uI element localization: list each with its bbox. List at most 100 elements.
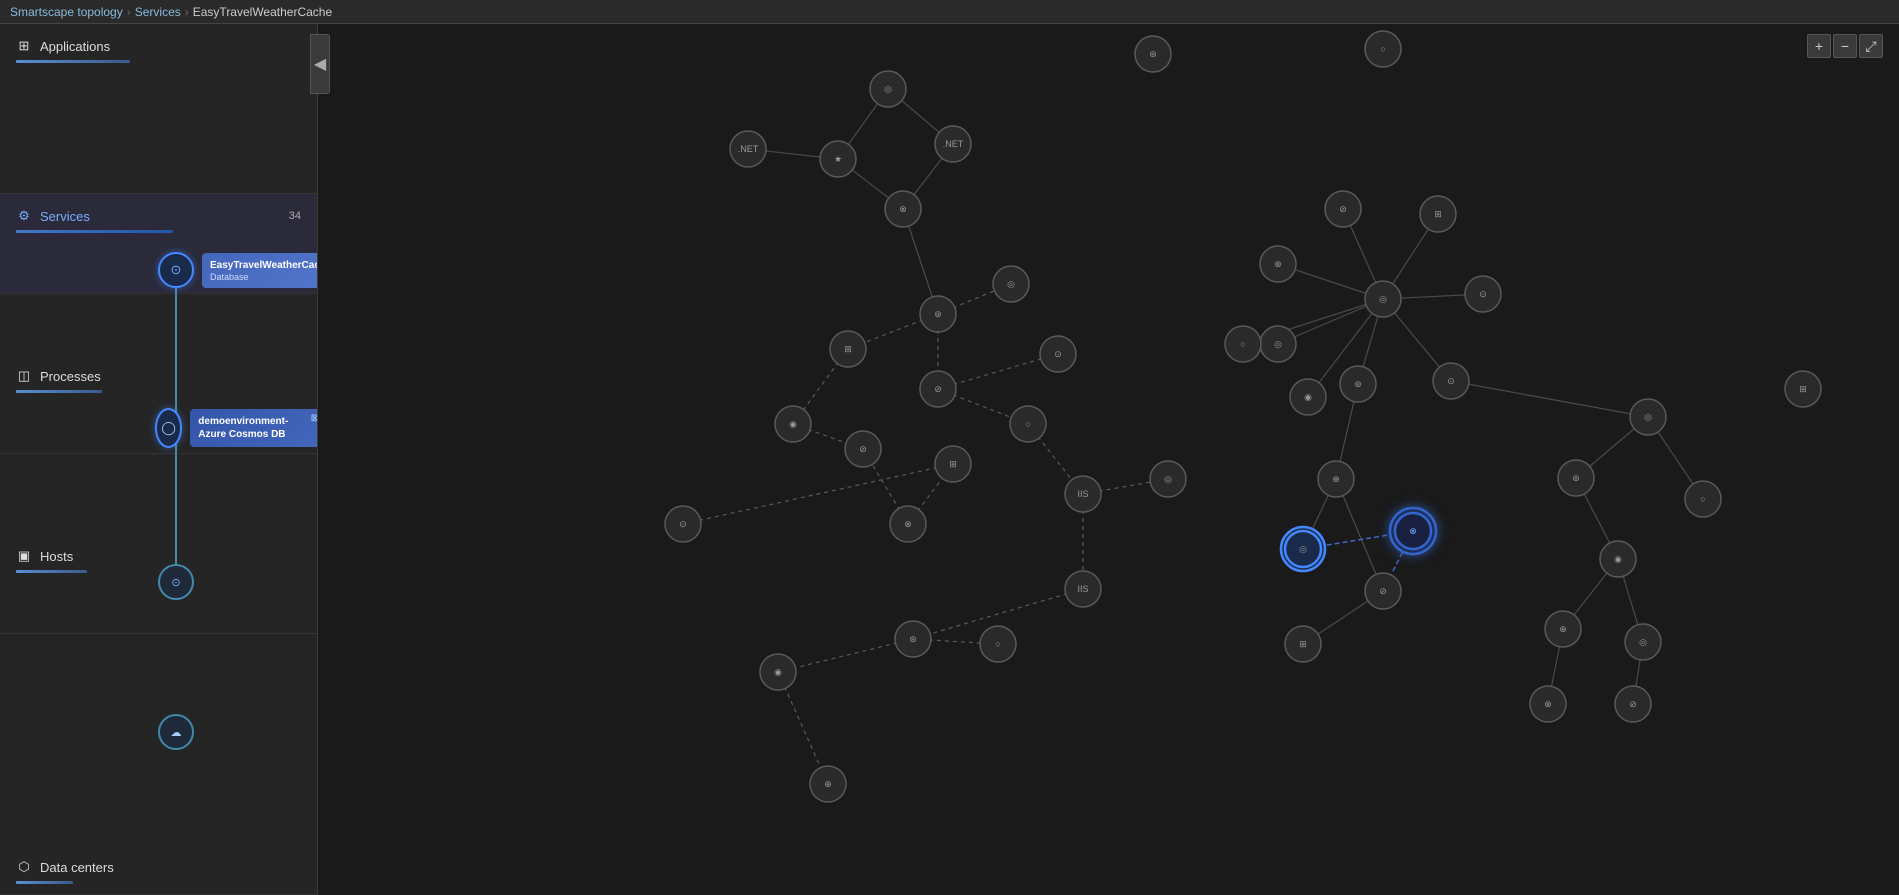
processes-label: Processes xyxy=(40,369,101,384)
topology-node-n20[interactable]: ⊙ xyxy=(665,506,701,542)
datacenters-icon: ⬡ xyxy=(16,859,32,875)
service-node-cloud[interactable]: ☁ xyxy=(158,714,194,750)
zoom-in-button[interactable]: + xyxy=(1807,34,1831,58)
topology-node-n5[interactable]: ★ xyxy=(820,141,856,177)
applications-icon: ⊞ xyxy=(16,38,32,54)
breadcrumb-home[interactable]: Smartscape topology xyxy=(10,5,123,19)
applications-bar xyxy=(16,60,130,63)
service-card-easytravel[interactable]: EasyTravelWeatherCache Database ⊠ xyxy=(202,253,318,288)
topology-node-n33[interactable]: ○ xyxy=(1225,326,1261,362)
topology-node-n8[interactable]: ⊘ xyxy=(920,371,956,407)
topology-node-n2[interactable]: ⊛ xyxy=(1135,36,1171,72)
services-label: Services xyxy=(40,209,90,224)
breadcrumb-smartscape[interactable]: Smartscape topology xyxy=(10,5,123,19)
topology-node-n9[interactable]: ⊞ xyxy=(830,331,866,367)
topology-node-n34[interactable]: ◉ xyxy=(1290,379,1326,415)
hosts-label: Hosts xyxy=(40,549,73,564)
topology-node-n28[interactable]: ⊘ xyxy=(1325,191,1361,227)
topology-node-n45[interactable]: ⊕ xyxy=(1545,611,1581,647)
topology-node-n4[interactable]: .NET xyxy=(730,131,766,167)
topology-node-n39[interactable]: ⊞ xyxy=(1285,626,1321,662)
topology-node-n48[interactable]: ⊘ xyxy=(1615,686,1651,722)
card1-title: EasyTravelWeatherCache xyxy=(210,259,318,272)
edge-n40-n41 xyxy=(1451,381,1648,417)
services-bar xyxy=(16,230,173,233)
topology-node-n11[interactable]: ◎ xyxy=(993,266,1029,302)
services-icon: ⚙ xyxy=(16,208,32,224)
breadcrumb-current-item: EasyTravelWeatherCache xyxy=(193,5,332,19)
topology-node-n38[interactable]: ⊘ xyxy=(1365,573,1401,609)
breadcrumb-sep-2: › xyxy=(185,5,189,19)
topology-node-n6[interactable]: .NET xyxy=(935,126,971,162)
topology-node-n1[interactable]: ◎ xyxy=(870,71,906,107)
collapse-icon: ◀ xyxy=(314,54,326,74)
topology-node-n19[interactable]: ⊞ xyxy=(935,446,971,482)
topology-node-n37[interactable]: ⊗ xyxy=(1390,508,1436,554)
topology-node-n41[interactable]: ◎ xyxy=(1630,399,1666,435)
topology-node-n14[interactable]: ◉ xyxy=(775,406,811,442)
processes-bar xyxy=(16,390,102,393)
topology-node-n18[interactable]: ⊘ xyxy=(845,431,881,467)
zoom-fit-button[interactable]: ⤢ xyxy=(1859,34,1883,58)
topology-node-n46[interactable]: ◎ xyxy=(1625,624,1661,660)
services-count: 34 xyxy=(289,210,301,222)
topology-node-n35[interactable]: ⊕ xyxy=(1318,461,1354,497)
topology-node-n31[interactable]: ◎ xyxy=(1260,326,1296,362)
topology-node-n30[interactable]: ⊙ xyxy=(1465,276,1501,312)
topology-node-n21[interactable]: IIS xyxy=(1065,571,1101,607)
topology-node-n32[interactable]: ⊛ xyxy=(1340,366,1376,402)
card1-subtitle: Database xyxy=(210,272,318,282)
topology-node-n29[interactable]: ⊞ xyxy=(1420,196,1456,232)
topology-node-n43[interactable]: ○ xyxy=(1685,481,1721,517)
topology-node-n7[interactable]: ⊗ xyxy=(885,191,921,227)
card2-external-link[interactable]: ⊠ xyxy=(311,413,318,424)
topology-node-n49[interactable]: ⊞ xyxy=(1785,371,1821,407)
topology-node-n3[interactable]: ○ xyxy=(1365,31,1401,67)
sidebar: ⊞ Applications ⚙ Services 34 ◫ Processes xyxy=(0,24,318,895)
zoom-out-button[interactable]: − xyxy=(1833,34,1857,58)
topology-node-n17[interactable]: ⊗ xyxy=(890,506,926,542)
topology-node-n22[interactable]: ⊛ xyxy=(895,621,931,657)
breadcrumb-services-item[interactable]: Services xyxy=(135,5,181,19)
service-node-easytravel[interactable]: ⊙ xyxy=(158,252,194,288)
topology-node-n26[interactable]: ◎ xyxy=(1365,281,1401,317)
edges-layer xyxy=(683,89,1703,784)
breadcrumb-bar: Smartscape topology › Services › EasyTra… xyxy=(0,0,1899,24)
topology-node-n24[interactable]: ◉ xyxy=(760,654,796,690)
topology-node-n23[interactable]: ○ xyxy=(980,626,1016,662)
topology-node-n44[interactable]: ◉ xyxy=(1600,541,1636,577)
hosts-icon: ▣ xyxy=(16,548,32,564)
topology-node-n13[interactable]: ○ xyxy=(1010,406,1046,442)
topology-svg: ◎ ⊛ ○ .NET ★ .NET ⊗ ⊘ ⊞ ⊙ ◎ ⊛ ○ ◉ IIS ◎ ⊗ ⊘ ⊞ ⊙ IIS ⊛ ○ ◉ ⊕ ◎ ⊗ ⊘ ⊞ ⊙… xyxy=(318,24,1899,895)
service-node-2-container: ◯ demoenvironment-Azure Cosmos DB ⊠ xyxy=(155,408,318,448)
breadcrumb-services-link[interactable]: Services xyxy=(135,5,181,19)
applications-label: Applications xyxy=(40,39,110,54)
topology-node-n40[interactable]: ⊙ xyxy=(1433,363,1469,399)
service-node-demoenvironment[interactable]: ◯ xyxy=(155,408,182,448)
topology-node-n10[interactable]: ⊙ xyxy=(1040,336,1076,372)
sidebar-section-applications[interactable]: ⊞ Applications xyxy=(0,24,317,194)
intermediate-node-icon: ⊙ xyxy=(171,576,180,589)
card2-title: demoenvironment-Azure Cosmos DB xyxy=(198,415,303,441)
service-node-intermediate[interactable]: ⊙ xyxy=(158,564,194,600)
sidebar-section-datacenters[interactable]: ⬡ Data centers xyxy=(0,845,317,895)
topology-node-n27[interactable]: ⊗ xyxy=(1260,246,1296,282)
topology-node-n36[interactable]: ◎ xyxy=(1281,527,1325,571)
topology-node-n16[interactable]: ◎ xyxy=(1150,461,1186,497)
zoom-controls: + − ⤢ xyxy=(1807,34,1883,58)
datacenters-label: Data centers xyxy=(40,860,114,875)
service-card-demoenvironment[interactable]: demoenvironment-Azure Cosmos DB ⊠ xyxy=(190,409,318,447)
topology-node-n42[interactable]: ⊛ xyxy=(1558,460,1594,496)
collapse-sidebar-button[interactable]: ◀ xyxy=(310,34,330,94)
processes-icon: ◫ xyxy=(16,368,32,384)
service-connector-line xyxy=(175,288,177,418)
datacenters-bar xyxy=(16,881,73,884)
topology-node-n47[interactable]: ⊗ xyxy=(1530,686,1566,722)
breadcrumb-sep-1: › xyxy=(127,5,131,19)
cloud-node-icon: ☁ xyxy=(171,726,182,739)
hosts-bar xyxy=(16,570,87,573)
topology-node-n25[interactable]: ⊕ xyxy=(810,766,846,802)
topology-node-n15[interactable]: IIS xyxy=(1065,476,1101,512)
topology-canvas[interactable]: ◎ ⊛ ○ .NET ★ .NET ⊗ ⊘ ⊞ ⊙ ◎ ⊛ ○ ◉ IIS ◎ ⊗ ⊘ ⊞ ⊙ IIS ⊛ ○ ◉ ⊕ ◎ ⊗ ⊘ ⊞ ⊙… xyxy=(318,24,1899,895)
topology-node-n12[interactable]: ⊛ xyxy=(920,296,956,332)
